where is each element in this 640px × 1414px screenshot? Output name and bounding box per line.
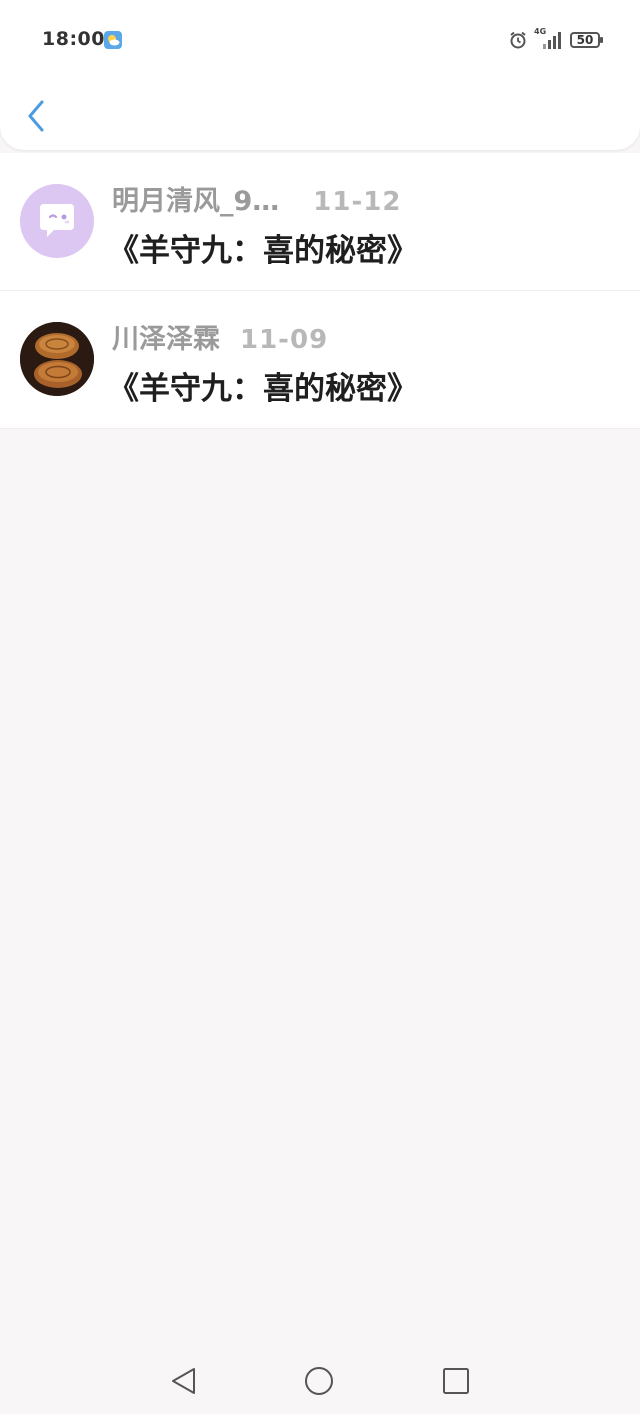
system-navigation-bar [0,1346,640,1414]
status-time: 18:00 [42,28,105,50]
app-header: 18:00 4G 50 [0,0,640,150]
weather-icon [104,31,122,49]
list-item[interactable]: 川泽泽霖 11-09 《羊守九：喜的秘密》 [0,291,640,429]
item-meta: 川泽泽霖 11-09 [112,317,328,356]
mooncake-photo [20,322,94,396]
nav-recents-button[interactable] [439,1364,473,1398]
avatar[interactable] [20,322,94,396]
chevron-left-icon [28,100,44,132]
battery-icon: 50 [570,32,603,48]
date: 11-12 [313,187,402,217]
avatar[interactable] [20,184,94,258]
list-item[interactable]: 明月清风_9… 11-12 《羊守九：喜的秘密》 [0,153,640,291]
item-title[interactable]: 《羊守九：喜的秘密》 [108,225,418,270]
back-triangle-icon [172,1368,195,1394]
signal-icon: 4G [534,27,564,51]
status-bar: 18:00 4G 50 [0,0,640,80]
back-button[interactable] [14,92,58,140]
item-meta: 明月清风_9… 11-12 [112,179,401,218]
status-icons: 4G 50 [508,27,603,51]
alarm-icon [510,31,526,49]
nav-home-button[interactable] [302,1364,336,1398]
item-title[interactable]: 《羊守九：喜的秘密》 [108,363,418,408]
chat-bubble-icon [40,204,74,237]
username[interactable]: 明月清风_9… [112,179,279,218]
battery-level: 50 [576,33,594,47]
date: 11-09 [240,325,329,355]
nav-back-button[interactable] [166,1364,200,1398]
home-circle-icon [305,1367,333,1395]
username[interactable]: 川泽泽霖 [112,317,220,356]
recents-square-icon [443,1368,469,1394]
message-list: 明月清风_9… 11-12 《羊守九：喜的秘密》 川泽泽霖 11-09 《羊守九… [0,153,640,429]
